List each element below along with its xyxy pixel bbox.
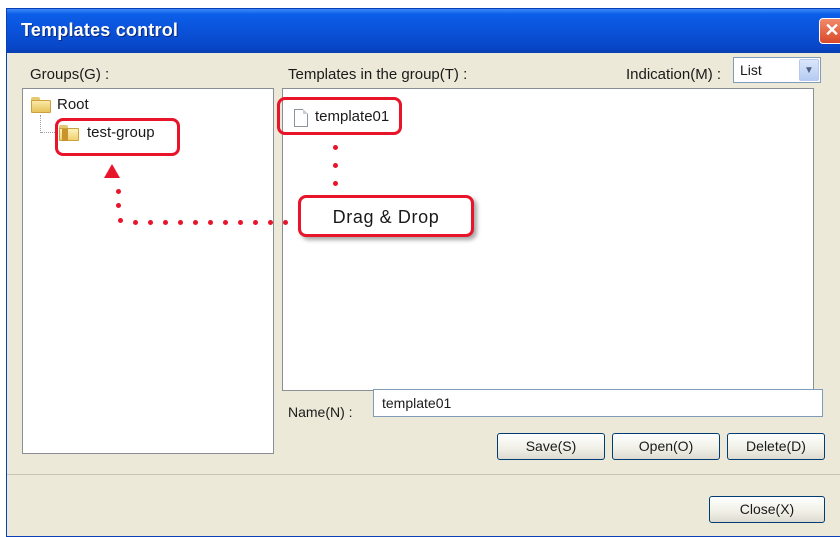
drag-path-dot [163,220,168,225]
drag-drop-text: Drag & Drop [332,207,440,227]
tree-guide-vertical [40,115,41,133]
drag-path-dot [283,220,288,225]
test-group-highlight [55,118,180,156]
drag-path-dot [116,203,121,208]
arrow-up-icon [104,164,120,178]
tree-item-label: Root [57,96,89,113]
drag-path-dot [223,220,228,225]
indication-value: List [740,62,762,78]
drag-path-dot [133,220,138,225]
drag-path-dot [193,220,198,225]
indication-select[interactable]: List ▼ [733,57,821,83]
save-button[interactable]: Save(S) [497,433,605,460]
drag-path-dot [208,220,213,225]
name-label: Name(N) : [288,404,353,420]
template01-highlight [277,97,402,135]
name-field-value: template01 [382,395,452,411]
footer-divider [7,474,840,475]
title-bar[interactable]: Templates control ✕ [7,9,840,53]
tree-item-root[interactable]: Root [31,95,151,117]
drag-path-dot [178,220,183,225]
drag-path-dot [333,181,338,186]
chevron-down-icon[interactable]: ▼ [799,59,819,81]
open-button[interactable]: Open(O) [612,433,720,460]
close-icon[interactable]: ✕ [819,18,840,44]
window-title: Templates control [21,20,179,40]
drag-path-dot [268,220,273,225]
delete-button[interactable]: Delete(D) [727,433,825,460]
folder-icon [31,97,51,113]
indication-label: Indication(M) : [626,66,722,83]
close-button[interactable]: Close(X) [709,496,825,523]
drag-path-dot [118,218,123,223]
drag-drop-callout: Drag & Drop [298,195,474,237]
drag-path-dot [333,145,338,150]
drag-path-dot [116,189,121,194]
groups-label: Groups(G) : [30,66,110,83]
drag-path-dot [148,220,153,225]
drag-path-dot [333,163,338,168]
drag-path-dot [253,220,258,225]
drag-path-dot [238,220,243,225]
name-field[interactable]: template01 [373,389,823,417]
templates-label: Templates in the group(T) : [288,66,468,83]
